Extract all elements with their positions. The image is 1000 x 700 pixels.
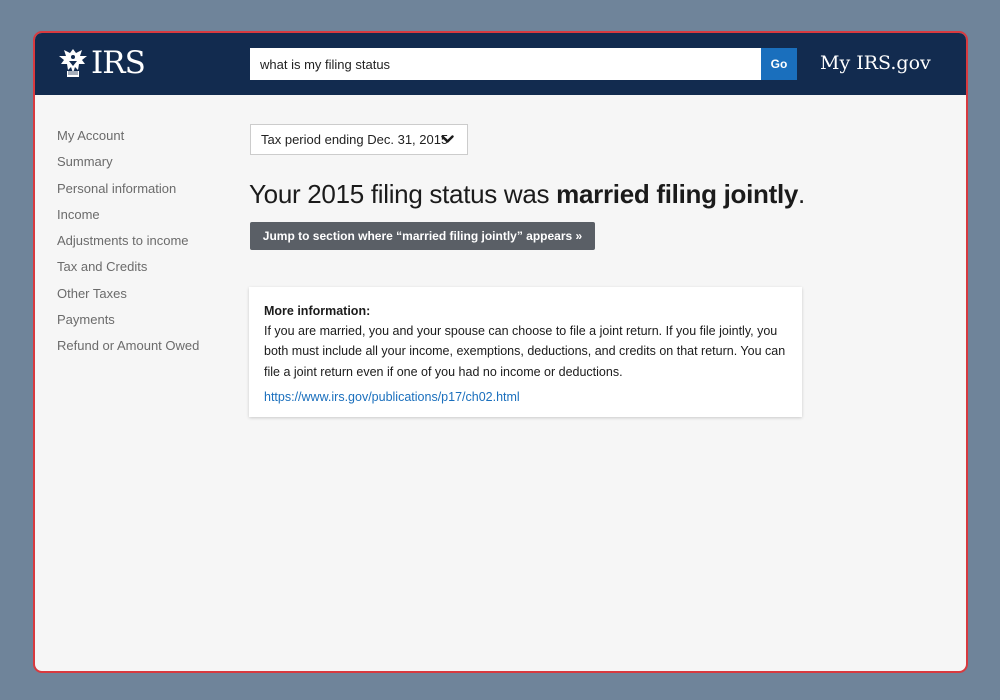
sidebar-nav: My Account Summary Personal information … (57, 123, 227, 360)
sidebar-item-summary[interactable]: Summary (57, 149, 227, 175)
info-title: More information: (264, 304, 371, 318)
logo-text: IRS (91, 45, 146, 81)
irs-publication-link[interactable]: https://www.irs.gov/publications/p17/ch0… (264, 387, 520, 407)
headline-prefix: Your 2015 filing status was (249, 179, 557, 209)
tax-period-select[interactable]: Tax period ending Dec. 31, 2015 (250, 124, 468, 155)
chevron-down-icon (441, 135, 454, 143)
sidebar-item-my-account[interactable]: My Account (57, 123, 227, 149)
sidebar-item-personal-information[interactable]: Personal information (57, 176, 227, 202)
irs-eagle-icon (59, 49, 87, 77)
search-input[interactable] (250, 48, 761, 80)
sidebar-item-income[interactable]: Income (57, 202, 227, 228)
sidebar-item-tax-and-credits[interactable]: Tax and Credits (57, 254, 227, 280)
go-button[interactable]: Go (761, 48, 797, 80)
app-window: IRS Go My IRS.gov My Account Summary Per… (33, 31, 968, 673)
sidebar-item-payments[interactable]: Payments (57, 307, 227, 333)
info-body: If you are married, you and your spouse … (264, 324, 786, 379)
sidebar-item-adjustments-to-income[interactable]: Adjustments to income (57, 228, 227, 254)
tax-period-selected-value: Tax period ending Dec. 31, 2015 (261, 132, 449, 147)
sidebar-item-refund-or-amount-owed[interactable]: Refund or Amount Owed (57, 333, 227, 359)
more-information-card: More information: If you are married, yo… (249, 287, 802, 417)
site-header: IRS Go My IRS.gov (35, 33, 966, 95)
headline-suffix: . (798, 179, 805, 209)
sidebar-item-other-taxes[interactable]: Other Taxes (57, 281, 227, 307)
irs-logo[interactable]: IRS (57, 45, 146, 81)
my-irs-link[interactable]: My IRS.gov (820, 50, 931, 76)
filing-status-headline: Your 2015 filing status was married fili… (249, 177, 805, 211)
jump-to-section-button[interactable]: Jump to section where “married filing jo… (250, 222, 595, 250)
filing-status-value: married filing jointly (556, 179, 799, 209)
